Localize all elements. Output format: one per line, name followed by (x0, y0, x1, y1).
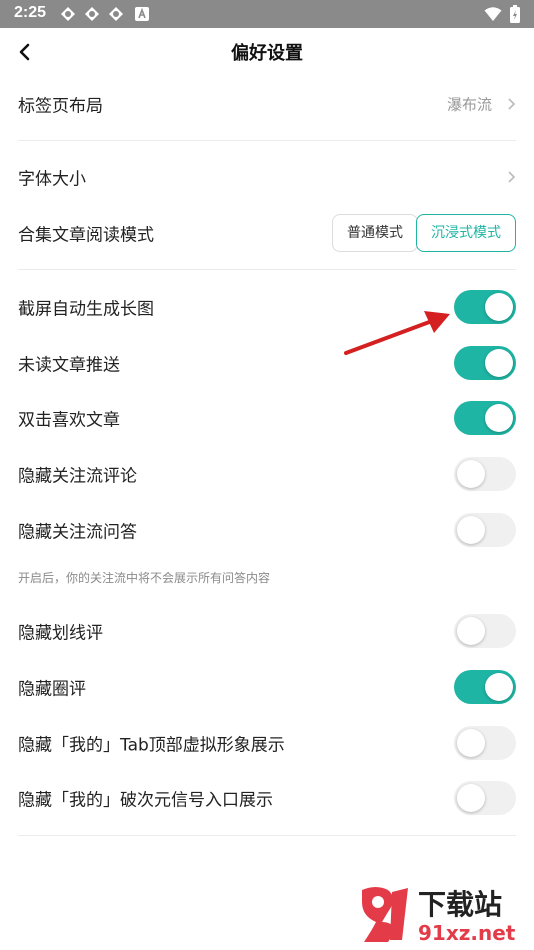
font-size-row[interactable]: 字体大小 (0, 150, 534, 204)
tab-layout-value: 瀑布流 (446, 95, 492, 114)
watermark-logo: 下载站 91xz.net (362, 887, 516, 945)
hide-circle-comments-row: 隐藏圈评 (0, 660, 534, 714)
double-tap-like-row: 双击喜欢文章 (0, 391, 534, 445)
toggle-knob (457, 617, 485, 645)
toggle-knob (457, 784, 485, 812)
hide-follow-qa-toggle[interactable] (454, 513, 516, 547)
normal-mode-button[interactable]: 普通模式 (332, 214, 418, 252)
status-time: 2:25 (14, 4, 47, 21)
hide-follow-qa-label: 隐藏关注流问答 (18, 522, 137, 543)
hide-follow-comments-label: 隐藏关注流评论 (18, 466, 137, 487)
status-bar: 2:25 (0, 0, 534, 28)
divider (18, 269, 516, 270)
nav-header: 偏好设置 (0, 28, 534, 76)
reading-mode-label: 合集文章阅读模式 (18, 225, 154, 246)
app-icon (85, 7, 99, 21)
hide-avatar-display-label: 隐藏「我的」Tab顶部虚拟形象展示 (18, 735, 285, 756)
font-size-label: 字体大小 (18, 169, 86, 190)
toggle-knob (457, 516, 485, 544)
app-icon (109, 7, 123, 21)
hide-avatar-display-row: 隐藏「我的」Tab顶部虚拟形象展示 (0, 716, 534, 770)
hide-dimension-entry-label: 隐藏「我的」破次元信号入口展示 (18, 790, 273, 811)
toggle-knob (457, 460, 485, 488)
reading-mode-row: 合集文章阅读模式 普通模式 沉浸式模式 (0, 206, 534, 260)
hide-avatar-display-toggle[interactable] (454, 726, 516, 760)
watermark-bottom-text: 91xz.net (418, 921, 516, 945)
hide-circle-comments-label: 隐藏圈评 (18, 679, 86, 700)
toggle-knob (485, 673, 513, 701)
tab-layout-label: 标签页布局 (18, 96, 103, 117)
chevron-right-icon (508, 171, 516, 183)
unread-push-label: 未读文章推送 (18, 355, 120, 376)
watermark-top-text: 下载站 (418, 888, 502, 921)
hide-circle-comments-toggle[interactable] (454, 670, 516, 704)
toggle-knob (485, 349, 513, 377)
hide-dimension-entry-toggle[interactable] (454, 781, 516, 815)
toggle-knob (485, 293, 513, 321)
hide-underline-comments-label: 隐藏划线评 (18, 623, 103, 644)
page-title: 偏好设置 (231, 43, 303, 64)
hide-follow-comments-row: 隐藏关注流评论 (0, 447, 534, 501)
hide-underline-comments-row: 隐藏划线评 (0, 604, 534, 658)
hide-follow-comments-toggle[interactable] (454, 457, 516, 491)
toggle-knob (457, 729, 485, 757)
hide-dimension-entry-row: 隐藏「我的」破次元信号入口展示 (0, 771, 534, 825)
double-tap-like-label: 双击喜欢文章 (18, 410, 120, 431)
battery-icon (510, 5, 520, 23)
wifi-icon (484, 7, 502, 21)
hide-underline-comments-toggle[interactable] (454, 614, 516, 648)
hide-follow-qa-hint: 开启后，你的关注流中将不会展示所有问答内容 (18, 571, 271, 585)
screenshot-long-label: 截屏自动生成长图 (18, 299, 154, 320)
chevron-right-icon (508, 98, 516, 110)
screenshot-long-toggle[interactable] (454, 290, 516, 324)
a-icon (135, 7, 149, 21)
divider (18, 140, 516, 141)
annotation-arrow-icon (344, 311, 450, 355)
tab-layout-row[interactable]: 标签页布局 瀑布流 (0, 77, 534, 131)
app-icon (61, 7, 75, 21)
unread-push-toggle[interactable] (454, 346, 516, 380)
divider (18, 835, 516, 836)
toggle-knob (485, 404, 513, 432)
immersive-mode-button[interactable]: 沉浸式模式 (416, 214, 516, 252)
double-tap-like-toggle[interactable] (454, 401, 516, 435)
hide-follow-qa-row: 隐藏关注流问答 (0, 503, 534, 557)
